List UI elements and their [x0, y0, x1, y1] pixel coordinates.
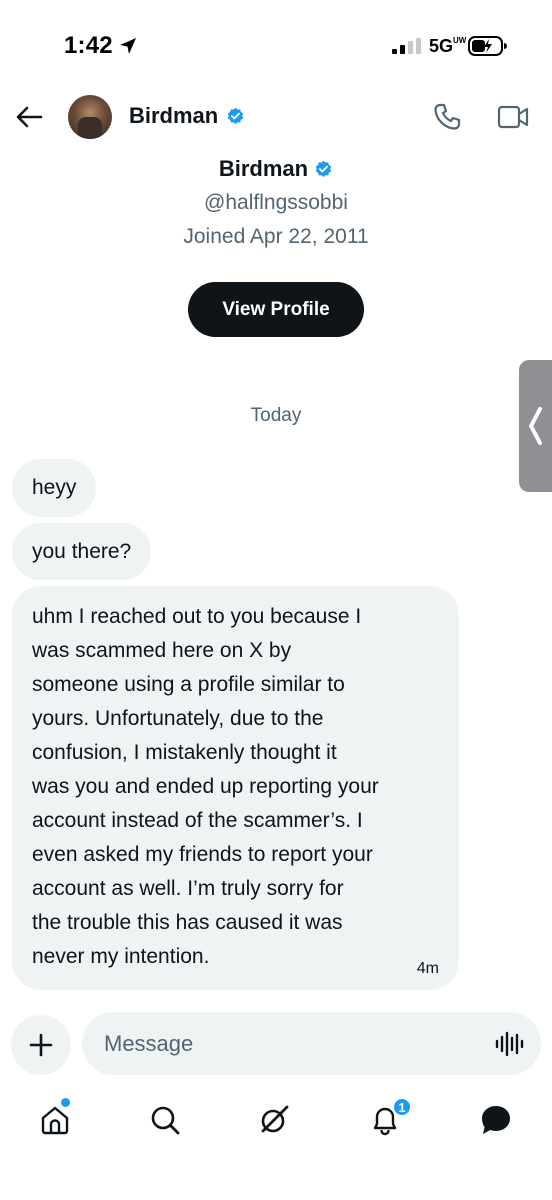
status-bar: 1:42 5GUW	[0, 0, 552, 90]
plus-icon	[29, 1033, 53, 1057]
location-arrow-icon	[120, 38, 136, 54]
back-button[interactable]	[12, 100, 46, 134]
battery-icon	[468, 36, 507, 56]
date-separator: Today	[250, 405, 302, 426]
network-suffix: UW	[453, 36, 467, 45]
signal-icon	[392, 38, 421, 54]
back-arrow-icon	[16, 106, 43, 128]
phone-icon[interactable]	[432, 102, 462, 132]
message-text: you there?	[32, 540, 132, 563]
message-text: uhm I reached out to you because I was s…	[32, 605, 379, 968]
message-text: heyy	[32, 476, 77, 499]
avatar[interactable]	[68, 95, 112, 139]
message-bubble[interactable]: uhm I reached out to you because I was s…	[12, 586, 459, 990]
status-time: 1:42	[64, 32, 113, 59]
messages-icon	[482, 1106, 510, 1134]
video-icon[interactable]	[497, 104, 529, 130]
bottom-navigation: 1	[0, 1090, 552, 1150]
conversation-header: Birdman	[0, 90, 552, 146]
nav-grok[interactable]	[254, 1100, 294, 1140]
verified-badge-icon	[227, 107, 244, 124]
profile-name-row: Birdman	[0, 156, 552, 182]
header-name[interactable]: Birdman	[129, 103, 218, 129]
profile-joined-date: Joined Apr 22, 2011	[183, 225, 369, 248]
message-timestamp: 4m	[416, 960, 439, 977]
search-icon	[151, 1106, 180, 1135]
message-composer	[0, 1012, 552, 1076]
message-bubble[interactable]: you there?	[12, 523, 152, 580]
verified-badge-icon	[315, 160, 332, 177]
network-label: 5GUW	[429, 36, 467, 56]
voice-message-icon[interactable]	[494, 1029, 524, 1059]
nav-home[interactable]	[35, 1100, 75, 1140]
nav-messages[interactable]	[476, 1100, 516, 1140]
nav-search[interactable]	[145, 1100, 185, 1140]
message-bubble[interactable]: heyy	[12, 459, 97, 517]
view-profile-button[interactable]: View Profile	[188, 282, 364, 337]
home-notification-dot	[61, 1098, 70, 1107]
home-icon	[41, 1106, 69, 1135]
add-attachment-button[interactable]	[11, 1015, 71, 1075]
grok-icon	[261, 1105, 289, 1133]
profile-name: Birdman	[218, 156, 309, 181]
message-input[interactable]	[82, 1012, 541, 1075]
notification-count-badge: 1	[392, 1097, 412, 1117]
profile-handle: @halflngssobbi	[204, 191, 348, 214]
